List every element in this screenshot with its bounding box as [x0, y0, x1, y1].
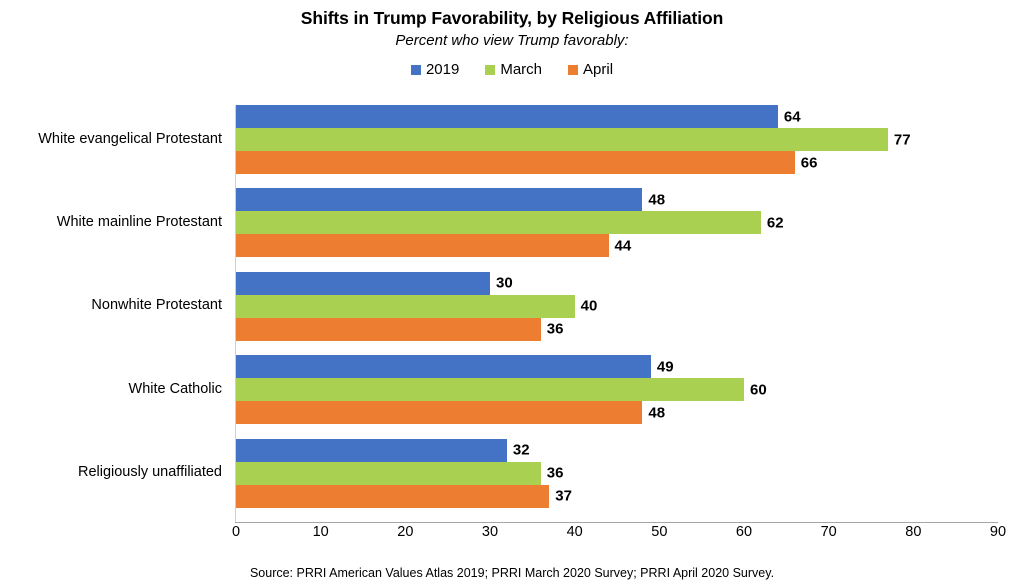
bar-row: 30 [236, 271, 998, 295]
x-tick-label: 10 [312, 524, 329, 540]
bar-march[interactable] [236, 294, 575, 318]
legend-label: March [500, 61, 543, 78]
bar-value-label: 36 [546, 320, 564, 338]
legend-item-2019[interactable]: 2019 [410, 61, 460, 78]
bar-value-label: 77 [893, 131, 911, 148]
bar-2019[interactable] [236, 355, 651, 379]
bar-row: 48 [236, 188, 998, 212]
bar-row: 36 [236, 461, 998, 485]
x-tick-label: 40 [566, 524, 583, 540]
legend-swatch-icon [485, 64, 496, 75]
bar-march[interactable] [236, 461, 541, 485]
bar-row: 32 [236, 438, 998, 462]
category-group: White Catholic 49 60 48 [129, 355, 998, 425]
bar-2019[interactable] [236, 438, 507, 462]
bar-value-label: 62 [766, 214, 784, 232]
category-label: White Catholic [128, 380, 222, 397]
bar-value-label: 66 [800, 154, 818, 171]
legend-swatch-icon [568, 64, 579, 75]
bar-april[interactable] [236, 317, 541, 341]
x-tick-label: 50 [651, 524, 668, 540]
bar-march[interactable] [236, 211, 761, 235]
legend-item-march[interactable]: March [485, 62, 542, 77]
x-tick-label: 80 [905, 524, 922, 540]
x-axis-line [235, 522, 998, 523]
chart-container: Shifts in Trump Favorability, by Religio… [0, 0, 1024, 586]
category-label: White evangelical Protestant [38, 130, 222, 147]
bar-row: 60 [236, 378, 998, 402]
bar-row: 66 [236, 151, 998, 174]
bar-march[interactable] [236, 128, 888, 151]
x-tick-label: 20 [397, 524, 414, 540]
bar-april[interactable] [236, 401, 643, 425]
x-axis-ticks: 0 10 20 30 40 50 60 70 80 90 [232, 524, 1006, 546]
legend-label: April [583, 61, 614, 78]
bar-row: 40 [236, 294, 998, 318]
source-note: Source: PRRI American Values Atlas 2019;… [249, 566, 775, 580]
bar-value-label: 30 [496, 274, 513, 292]
bar-value-label: 44 [614, 237, 632, 255]
bar-value-label: 49 [656, 358, 674, 376]
bar-april[interactable] [236, 151, 795, 174]
bar-2019[interactable] [236, 271, 490, 295]
bar-april[interactable] [236, 484, 550, 508]
category-group: Nonwhite Protestant 30 40 36 [91, 271, 998, 341]
bar-value-label: 37 [555, 487, 572, 505]
category-group: Religiously unaffiliated 32 36 37 [78, 438, 998, 508]
category-label: Nonwhite Protestant [91, 297, 222, 314]
bar-row: 37 [236, 484, 998, 508]
bar-2019[interactable] [236, 105, 778, 128]
bar-march[interactable] [236, 378, 744, 402]
legend-label: 2019 [425, 61, 460, 78]
category-label: Religiously unaffiliated [77, 464, 222, 481]
bar-value-label: 32 [512, 441, 530, 459]
bar-value-label: 60 [750, 381, 767, 399]
chart-legend: 2019 March April [0, 62, 1024, 77]
x-tick-label: 90 [989, 524, 1007, 540]
bar-april[interactable] [236, 234, 609, 258]
x-tick-label: 30 [481, 524, 499, 540]
bar-row: 44 [236, 234, 998, 258]
chart-subtitle: Percent who view Trump favorably: [395, 32, 629, 49]
bar-row: 77 [236, 128, 998, 151]
bar-value-label: 48 [648, 404, 666, 422]
x-tick-label: 0 [231, 524, 241, 540]
legend-swatch-icon [410, 64, 421, 75]
category-group: White evangelical Protestant 64 77 66 [38, 105, 998, 174]
bar-row: 48 [236, 401, 998, 425]
bar-value-label: 64 [783, 108, 801, 125]
category-label: White mainline Protestant [56, 213, 222, 230]
chart-title: Shifts in Trump Favorability, by Religio… [300, 8, 724, 28]
bar-row: 64 [236, 105, 998, 128]
bar-row: 49 [236, 355, 998, 379]
x-tick-label: 60 [735, 524, 753, 540]
x-tick-label: 70 [820, 524, 837, 540]
bar-2019[interactable] [236, 188, 643, 212]
legend-item-april[interactable]: April [568, 62, 613, 77]
category-group: White mainline Protestant 48 62 44 [57, 188, 998, 258]
bar-value-label: 48 [648, 191, 666, 209]
bar-value-label: 40 [580, 297, 598, 315]
plot-area: White evangelical Protestant 64 77 66 White … [38, 105, 998, 523]
bar-value-label: 36 [546, 464, 564, 482]
bar-row: 36 [236, 317, 998, 341]
bar-row: 62 [236, 211, 998, 235]
